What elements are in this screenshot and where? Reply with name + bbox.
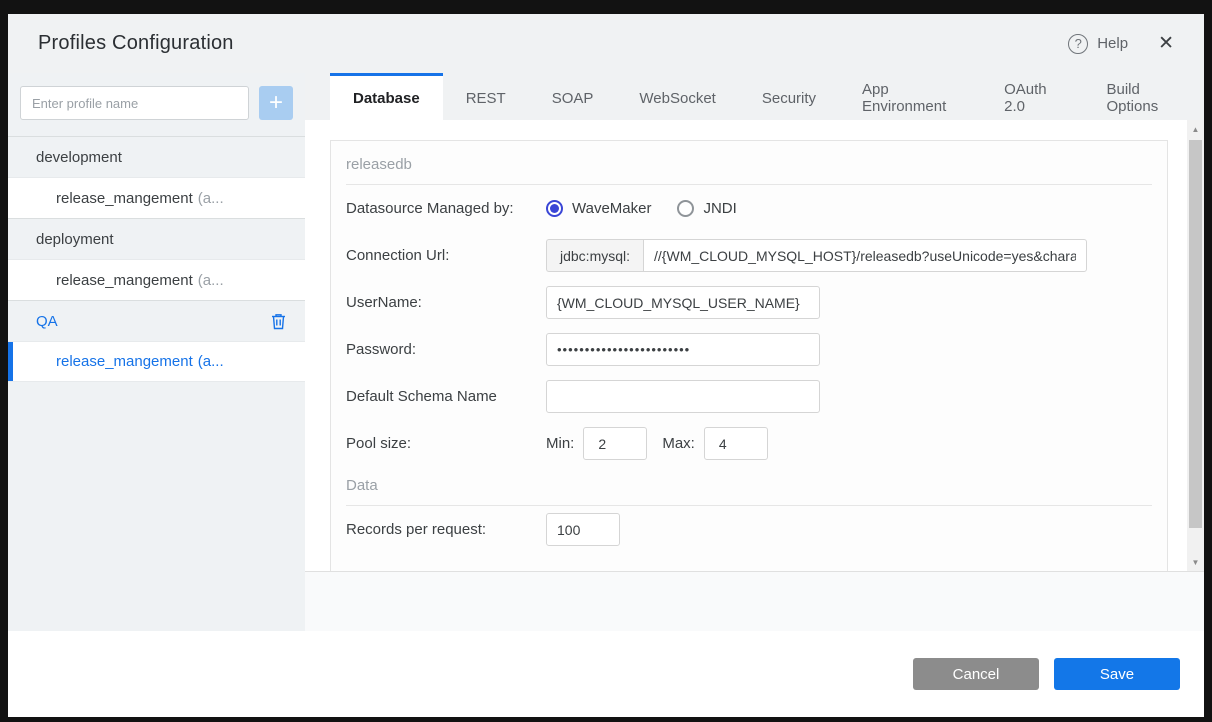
profile-name-input[interactable]	[20, 86, 249, 120]
connection-url-prefix: jdbc:mysql:	[546, 239, 644, 272]
default-schema-label: Default Schema Name	[346, 388, 497, 405]
dialog-title: Profiles Configuration	[38, 32, 234, 54]
sidebar-item-release-mangement-deploy[interactable]: release_mangement (a...	[8, 259, 305, 300]
default-schema-row: Default Schema Name	[346, 373, 1152, 420]
password-input[interactable]	[546, 333, 820, 366]
profiles-configuration-dialog: Profiles Configuration ? Help ✕ + develo…	[8, 14, 1204, 717]
tab-database[interactable]: Database	[330, 73, 443, 120]
tab-soap[interactable]: SOAP	[529, 73, 617, 120]
item-label: release_mangement	[56, 189, 193, 207]
scrollbar-thumb[interactable]	[1189, 140, 1202, 528]
radio-unselected-icon	[677, 200, 695, 217]
radio-selected-icon	[546, 200, 563, 217]
pool-size-group: Min: Max:	[546, 427, 768, 460]
datasource-radio-group: WaveMaker JNDI	[546, 200, 737, 217]
datasource-row: Datasource Managed by: WaveMaker JNDI	[346, 185, 1152, 232]
sidebar-group-deployment[interactable]: deployment	[8, 218, 305, 259]
cancel-button[interactable]: Cancel	[913, 658, 1039, 690]
config-panel: Database REST SOAP WebSocket Security Ap…	[305, 73, 1204, 631]
group-label: deployment	[36, 230, 114, 248]
help-label: Help	[1097, 35, 1129, 52]
connection-url-row: Connection Url: jdbc:mysql:	[346, 232, 1152, 279]
close-icon[interactable]: ✕	[1158, 32, 1174, 55]
scroll-up-icon[interactable]: ▲	[1187, 122, 1204, 137]
radio-jndi-label: JNDI	[703, 200, 737, 217]
records-per-request-input[interactable]	[546, 513, 620, 546]
pool-min-label: Min:	[546, 435, 575, 452]
username-label: UserName:	[346, 294, 422, 311]
pool-max-label: Max:	[662, 435, 695, 452]
default-schema-input[interactable]	[546, 380, 820, 413]
item-label: release_mangement	[56, 271, 193, 289]
vertical-scrollbar[interactable]: ▲ ▼	[1187, 120, 1204, 571]
sidebar-group-qa[interactable]: QA	[8, 300, 305, 341]
password-row: Password:	[346, 326, 1152, 373]
profiles-sidebar: + development release_mangement (a... de…	[8, 73, 305, 631]
tab-build-options[interactable]: Build Options	[1084, 73, 1204, 120]
pool-min-input[interactable]	[583, 427, 648, 460]
pool-size-row: Pool size: Min: Max:	[346, 420, 1152, 467]
datasource-label: Datasource Managed by:	[346, 200, 514, 217]
pool-size-label: Pool size:	[346, 435, 412, 452]
group-label: QA	[36, 312, 58, 330]
item-label-suffix: (a...	[197, 353, 224, 370]
data-section-title: Data	[346, 477, 378, 494]
username-row: UserName:	[346, 279, 1152, 326]
username-input[interactable]	[546, 286, 820, 319]
tab-oauth[interactable]: OAuth 2.0	[981, 73, 1083, 120]
help-icon: ?	[1068, 33, 1089, 54]
delete-profile-icon[interactable]	[270, 312, 287, 330]
config-tabbar: Database REST SOAP WebSocket Security Ap…	[305, 73, 1204, 120]
db-section-title: releasedb	[346, 156, 412, 173]
database-scrollview: releasedb Datasource Managed by: WaveMak…	[305, 120, 1204, 572]
add-profile-button[interactable]: +	[259, 86, 293, 120]
database-config-card: releasedb Datasource Managed by: WaveMak…	[330, 140, 1168, 571]
records-per-request-row: Records per request:	[346, 506, 1152, 553]
content-filler	[305, 572, 1204, 631]
tab-rest[interactable]: REST	[443, 73, 529, 120]
records-per-request-label: Records per request:	[346, 521, 487, 538]
dialog-header: Profiles Configuration ? Help ✕	[8, 14, 1204, 73]
item-label: release_mangement	[56, 353, 193, 370]
connection-url-group: jdbc:mysql:	[546, 239, 1088, 272]
connection-url-label: Connection Url:	[346, 247, 450, 264]
help-button[interactable]: ? Help	[1068, 33, 1129, 54]
radio-jndi[interactable]: JNDI	[677, 200, 737, 217]
profile-list: development release_mangement (a... depl…	[8, 136, 305, 382]
scroll-down-icon[interactable]: ▼	[1187, 555, 1204, 570]
tab-app-environment[interactable]: App Environment	[839, 73, 981, 120]
password-label: Password:	[346, 341, 417, 358]
item-label-suffix: (a...	[197, 189, 224, 207]
radio-wavemaker-label: WaveMaker	[572, 200, 652, 217]
profile-create-row: +	[8, 73, 305, 132]
save-button[interactable]: Save	[1054, 658, 1180, 690]
group-label: development	[36, 148, 122, 166]
dialog-body: + development release_mangement (a... de…	[8, 73, 1204, 631]
sidebar-item-release-mangement-dev[interactable]: release_mangement (a...	[8, 177, 305, 218]
tab-websocket[interactable]: WebSocket	[616, 73, 738, 120]
pool-max-input[interactable]	[703, 427, 768, 460]
tab-content-database: releasedb Datasource Managed by: WaveMak…	[305, 120, 1204, 631]
dialog-footer: Cancel Save	[8, 631, 1204, 717]
item-label-suffix: (a...	[197, 271, 224, 289]
tab-security[interactable]: Security	[739, 73, 839, 120]
radio-wavemaker[interactable]: WaveMaker	[546, 200, 651, 217]
connection-url-input[interactable]	[643, 239, 1088, 272]
sidebar-group-development[interactable]: development	[8, 136, 305, 177]
sidebar-item-release-mangement-qa[interactable]: release_mangement (a...	[8, 341, 305, 382]
